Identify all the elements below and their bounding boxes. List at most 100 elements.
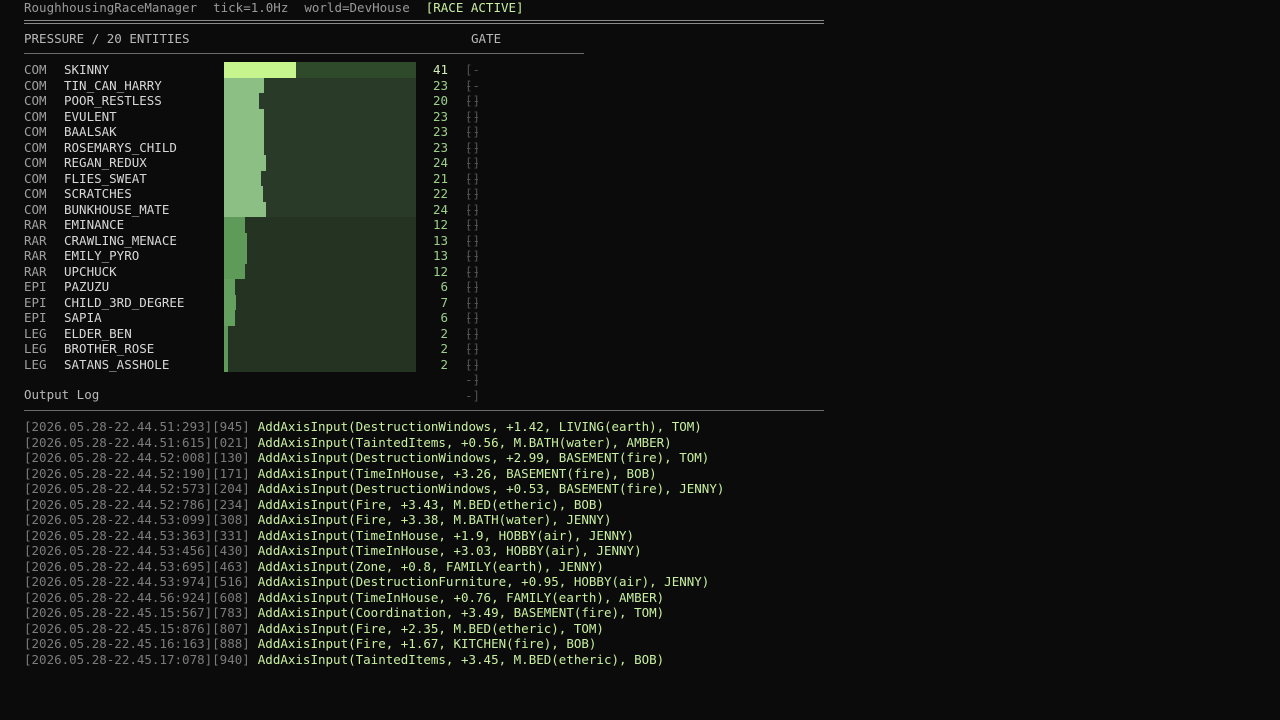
log-line: [2026.05.28-22.44.56:924][608] AddAxisInp… [24,590,664,606]
entity-tier: LEG [24,325,47,341]
log-timestamp: [2026.05.28-22.45.15:567][783] [24,605,250,620]
pressure-value: 12 [432,217,448,232]
entity-name: SAPIA [64,310,102,325]
pressure-bar-track [224,248,416,264]
entity-tier: EPI [24,294,47,310]
log-line: [2026.05.28-22.44.53:456][430] AddAxisInp… [24,543,642,559]
entity-tier: COM [24,77,47,93]
log-line: [2026.05.28-22.44.52:190][171] AddAxisInp… [24,466,657,482]
pressure-bar-track [224,325,416,341]
pressure-bar-fill [224,186,263,202]
header-divider-top [24,20,824,21]
pressure-bar-fill [224,248,247,264]
entity-tier: COM [24,155,47,170]
log-message: AddAxisInput(DestructionWindows, +1.42, … [257,419,702,434]
pressure-bar-track [224,201,416,217]
entity-tier: COM [24,108,47,124]
log-line: [2026.05.28-22.45.17:078][940] AddAxisInp… [24,652,664,668]
entity-tier: RAR [24,217,47,232]
entity-tier: RAR [24,248,47,263]
pressure-bar-fill [224,325,228,341]
log-timestamp: [2026.05.28-22.44.53:695][463] [24,558,250,574]
entity-tier: COM [24,139,47,155]
pressure-value: 13 [432,248,448,263]
top-status-bar: RoughhousingRaceManager tick=1.0Hz world=D… [24,0,540,16]
pressure-value: 24 [432,201,448,217]
entity-tier: COM [24,170,47,186]
log-timestamp: [2026.05.28-22.44.53:363][331] [24,527,250,543]
output-log-title: Output Log [24,387,100,402]
log-message: AddAxisInput(DestructionFurniture, +0.95… [257,574,710,589]
log-message: AddAxisInput(TimeInHouse, +0.76, FAMILY(… [257,589,665,605]
log-timestamp: [2026.05.28-22.44.52:786][234] [24,496,250,512]
pressure-value: 7 [440,294,448,310]
pressure-bar-track [224,170,416,186]
gate-column-header: GATE [471,31,502,46]
entity-name: CRAWLING_MENACE [64,232,177,248]
entity-name: SKINNY [64,62,110,77]
pressure-bar-track [224,77,416,93]
log-timestamp: [2026.05.28-22.45.15:876][807] [24,620,250,636]
log-line: [2026.05.28-22.44.53:695][463] AddAxisInp… [24,559,604,575]
entity-name: UPCHUCK [64,263,117,279]
pressure-bar-fill [224,279,235,295]
world-name: world=DevHouse [304,0,410,15]
pressure-bar-fill [224,341,228,357]
entity-tier: COM [24,93,47,108]
log-message: AddAxisInput(Fire, +2.35, M.BED(etheric)… [257,620,604,636]
entity-tier: COM [24,124,47,139]
pressure-value: 2 [440,325,448,341]
pressure-bar-track [224,356,416,372]
entity-tier: COM [24,186,47,201]
pressure-bar-fill [224,108,264,124]
log-message: AddAxisInput(TimeInHouse, +3.26, BASEMEN… [257,465,657,481]
log-timestamp: [2026.05.28-22.45.17:078][940] [24,651,250,667]
entity-tier: EPI [24,279,47,294]
pressure-bar-track [224,279,416,295]
log-timestamp: [2026.05.28-22.44.52:008][130] [24,450,250,465]
entity-name: BAALSAK [64,124,117,139]
pressure-value: 21 [432,170,448,186]
entity-name: EMILY_PYRO [64,248,140,263]
pressure-bar-fill [224,201,266,217]
log-message: AddAxisInput(DestructionWindows, +0.53, … [257,481,725,496]
output-log-divider [24,410,824,411]
entity-name: ELDER_BEN [64,325,132,341]
entity-name: TIN_CAN_HARRY [64,77,162,93]
pressure-value: 2 [440,356,448,372]
entity-name: REGAN_REDUX [64,155,147,170]
entity-tier: RAR [24,232,47,248]
entity-name: EMINANCE [64,217,125,232]
entity-name: SATANS_ASSHOLE [64,356,170,372]
pressure-panel-title: PRESSURE / 20 ENTITIES [24,31,190,46]
entity-tier: RAR [24,263,47,279]
log-timestamp: [2026.05.28-22.44.53:456][430] [24,543,250,558]
entity-name: POOR_RESTLESS [64,93,162,108]
pressure-value: 6 [440,310,448,325]
pressure-bar-track [224,62,416,78]
pressure-value: 13 [432,232,448,248]
log-message: AddAxisInput(Coordination, +3.49, BASEME… [257,605,665,620]
pressure-bar-fill [224,310,235,326]
log-line: [2026.05.28-22.45.16:163][888] AddAxisInp… [24,636,596,652]
log-timestamp: [2026.05.28-22.44.52:573][204] [24,481,250,496]
entity-name: SCRATCHES [64,186,132,201]
header-divider-bottom [24,23,824,24]
pressure-value: 6 [440,279,448,294]
log-message: AddAxisInput(Zone, +0.8, FAMILY(earth), … [257,558,604,574]
log-line: [2026.05.28-22.45.15:567][783] AddAxisInp… [24,605,664,621]
pressure-bar-track [224,217,416,233]
log-message: AddAxisInput(Fire, +3.38, M.BATH(water),… [257,512,612,527]
entity-name: BUNKHOUSE_MATE [64,201,170,217]
log-line: [2026.05.28-22.44.52:573][204] AddAxisInp… [24,481,724,497]
entity-name: BROTHER_ROSE [64,341,155,356]
entity-name: FLIES_SWEAT [64,170,147,186]
pressure-bar-fill [224,170,261,186]
log-message: AddAxisInput(TaintedItems, +0.56, M.BATH… [257,434,672,450]
log-message: AddAxisInput(DestructionWindows, +2.99, … [257,450,710,465]
log-line: [2026.05.28-22.45.15:876][807] AddAxisInp… [24,621,604,637]
pressure-bar-fill [224,356,228,372]
pressure-value: 22 [432,186,448,201]
pressure-bar-fill [224,263,245,279]
pressure-value: 24 [432,155,448,170]
